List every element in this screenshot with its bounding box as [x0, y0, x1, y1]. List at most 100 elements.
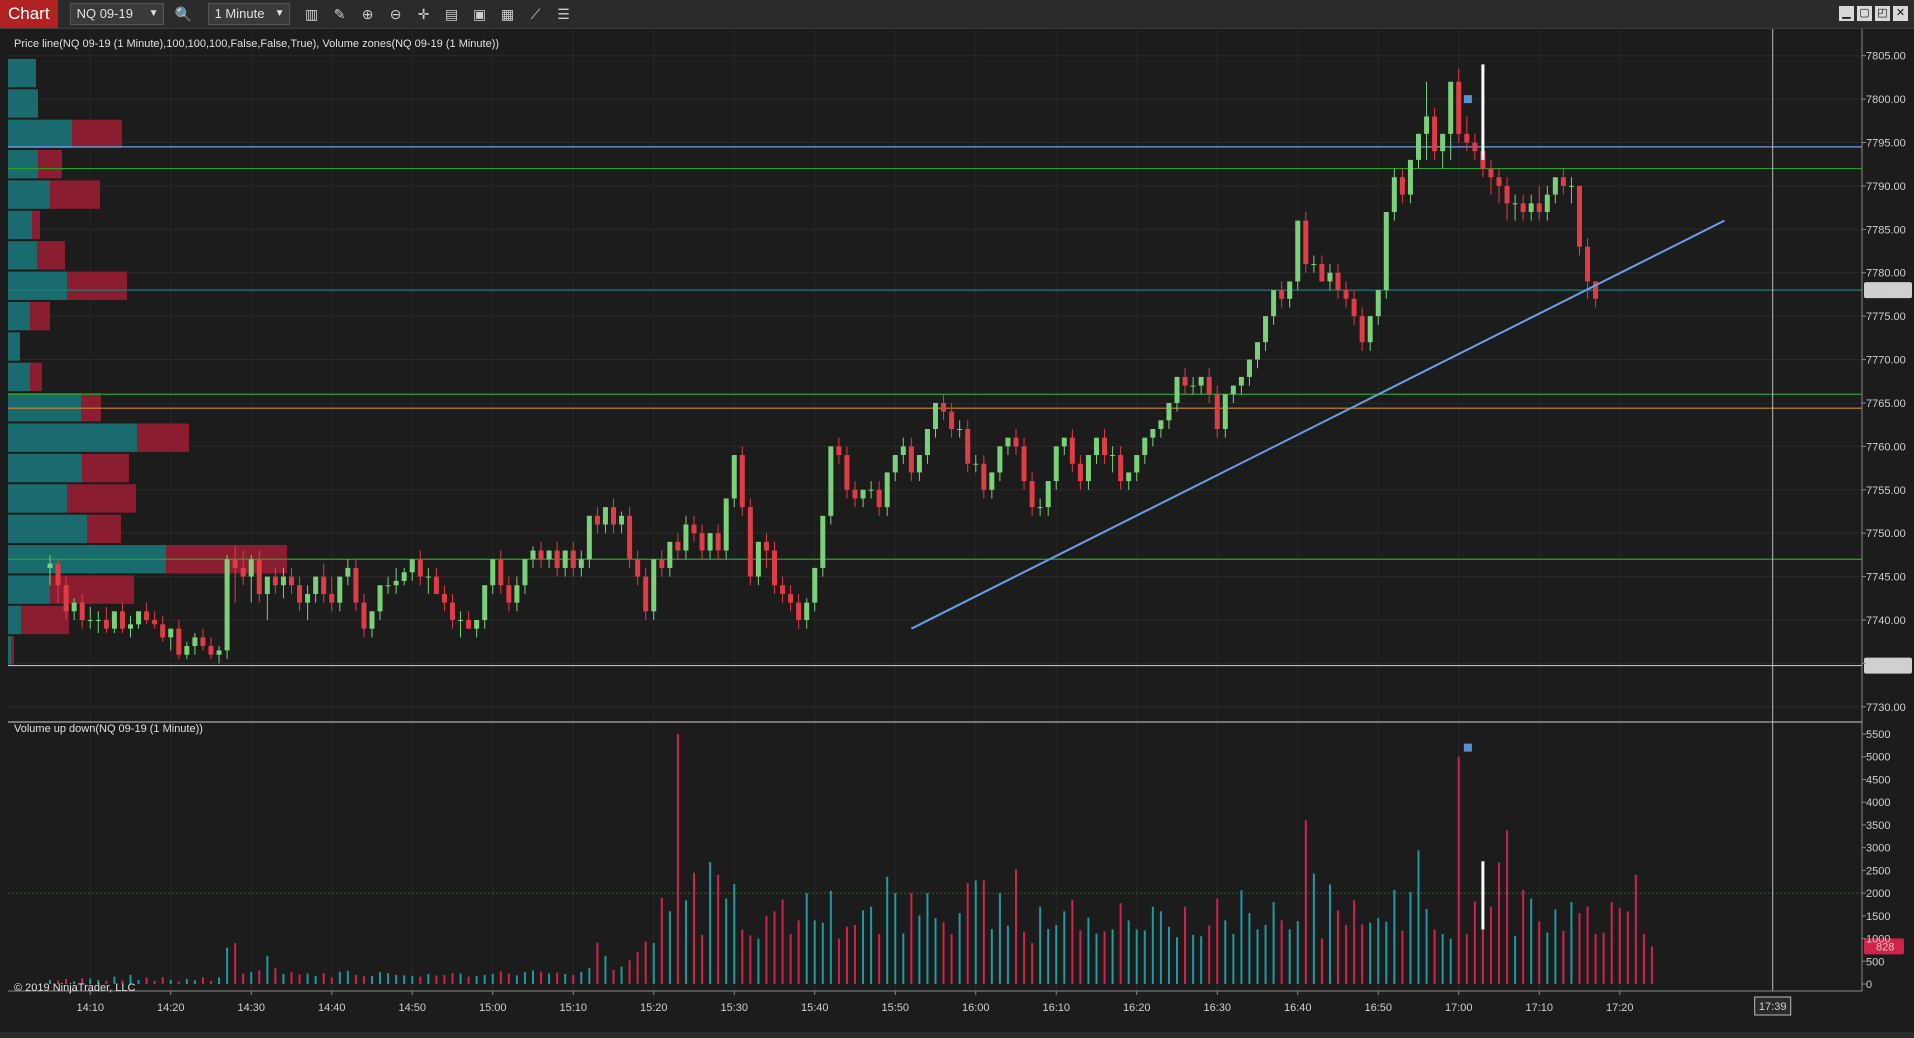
candle-body — [103, 619, 109, 629]
volume-bar — [322, 973, 325, 984]
candle-body — [1246, 359, 1252, 377]
volume-bar — [1047, 929, 1050, 984]
volume-bar — [926, 893, 929, 984]
time-tick-label: 14:30 — [237, 1002, 265, 1014]
candle-body — [1045, 481, 1051, 508]
chart-tab-label[interactable]: Chart — [0, 0, 58, 28]
candle-body — [313, 576, 319, 594]
candle-body — [1182, 376, 1188, 386]
volume-bar — [886, 876, 889, 984]
interval-selector[interactable]: 1 Minute ▼ — [207, 3, 290, 25]
volume-bar — [789, 934, 792, 984]
volume-bar — [765, 915, 768, 984]
volume-bar — [1409, 892, 1412, 984]
price-tick-label: 7740.00 — [1866, 615, 1906, 627]
current-bar-price-marker — [1481, 64, 1485, 160]
candle-body — [297, 585, 303, 603]
candle-body — [1544, 194, 1550, 212]
candle-body — [772, 550, 777, 586]
instrument-selector[interactable]: NQ 09-19 ▼ — [69, 3, 164, 25]
data-box-icon[interactable]: ☰ — [552, 3, 576, 25]
volume-bar — [1530, 898, 1533, 984]
candle-body — [1174, 376, 1180, 403]
pencil-icon[interactable]: ✎ — [328, 3, 352, 25]
volume-bar — [1071, 899, 1074, 984]
volume-bar — [1538, 921, 1541, 984]
indicators-icon[interactable]: ▦ — [496, 3, 520, 25]
toolbar: Chart NQ 09-19 ▼ 🔍 1 Minute ▼ ▥ ✎ ⊕ ⊖ ✛ … — [0, 0, 1914, 29]
candle-body — [1198, 376, 1204, 386]
strategies-icon[interactable]: ⟋ — [524, 3, 548, 25]
zoom-in-icon[interactable]: ⊕ — [356, 3, 380, 25]
candle-body — [933, 402, 938, 430]
price-tick-label: 7765.00 — [1866, 398, 1906, 410]
volume-zone-up — [8, 241, 37, 270]
volume-bar — [1248, 913, 1251, 984]
candle-body — [79, 602, 85, 620]
candle-body — [908, 446, 914, 473]
volume-bar — [137, 979, 140, 984]
zoom-out-icon[interactable]: ⊖ — [384, 3, 408, 25]
candle-body — [586, 515, 592, 560]
maximize-icon[interactable]: ◰ — [1875, 6, 1890, 21]
volume-bar — [1151, 906, 1154, 984]
volume-bar — [572, 974, 575, 984]
candle-body — [1464, 133, 1470, 143]
volume-bar — [1087, 917, 1090, 984]
candle-body — [1399, 177, 1405, 195]
volume-bar — [145, 977, 148, 984]
bar-chart-icon[interactable]: ▥ — [300, 3, 324, 25]
volume-bar — [1586, 906, 1589, 984]
volume-zone-up — [8, 393, 81, 422]
candle-body — [248, 559, 254, 577]
volume-bar — [902, 933, 905, 984]
volume-bar — [668, 911, 671, 984]
volume-zone-up — [8, 150, 38, 179]
volume-bar — [1224, 920, 1227, 984]
chart-background — [0, 29, 1914, 1032]
volume-bar — [1095, 933, 1098, 984]
volume-bar — [741, 929, 744, 984]
volume-bar — [894, 893, 897, 984]
candle-body — [160, 624, 166, 638]
volume-zone-up — [8, 119, 72, 149]
volume-bar — [652, 943, 655, 984]
candle-body — [1118, 455, 1124, 482]
time-tick-label: 16:00 — [962, 1002, 990, 1014]
templates-icon[interactable]: ▣ — [468, 3, 492, 25]
candle-body — [1367, 316, 1373, 343]
volume-bar — [1634, 874, 1637, 984]
chart-area[interactable]: 17:397778.007734.75828 7730.007735.00774… — [0, 29, 1914, 1032]
price-tick-label: 7750.00 — [1866, 528, 1906, 540]
candle-body — [804, 602, 810, 620]
candle-body — [1319, 264, 1325, 282]
volume-bar — [451, 973, 454, 984]
crosshair-icon[interactable]: ✛ — [412, 3, 436, 25]
search-icon[interactable]: 🔍 — [172, 3, 196, 25]
volume-zone-down — [72, 119, 122, 149]
candle-body — [345, 567, 351, 577]
candle-body — [1375, 290, 1381, 317]
volume-bar — [419, 976, 422, 984]
volume-bar — [693, 872, 695, 984]
volume-bar — [1345, 924, 1348, 984]
volume-bar — [749, 935, 752, 984]
close-icon[interactable]: ✕ — [1893, 6, 1908, 21]
volume-bar — [499, 971, 502, 984]
volume-tick-label: 5000 — [1866, 752, 1890, 764]
time-tick-label: 14:20 — [157, 1002, 185, 1014]
restore-icon[interactable]: ▢ — [1857, 6, 1872, 21]
price-tick-label: 7770.00 — [1866, 355, 1906, 367]
price-tick-label: 7805.00 — [1866, 51, 1906, 63]
volume-zone-up — [8, 89, 38, 118]
candle-body — [1029, 481, 1035, 508]
volume-bar — [298, 974, 301, 984]
volume-bar — [1208, 925, 1211, 984]
candle-body — [836, 446, 842, 456]
candle-body — [1585, 246, 1591, 282]
properties-icon[interactable]: ▤ — [440, 3, 464, 25]
candle-body — [602, 507, 608, 525]
volume-bar — [580, 971, 583, 984]
minimize-icon[interactable]: ▁ — [1839, 6, 1854, 21]
volume-zone-down — [82, 453, 129, 483]
